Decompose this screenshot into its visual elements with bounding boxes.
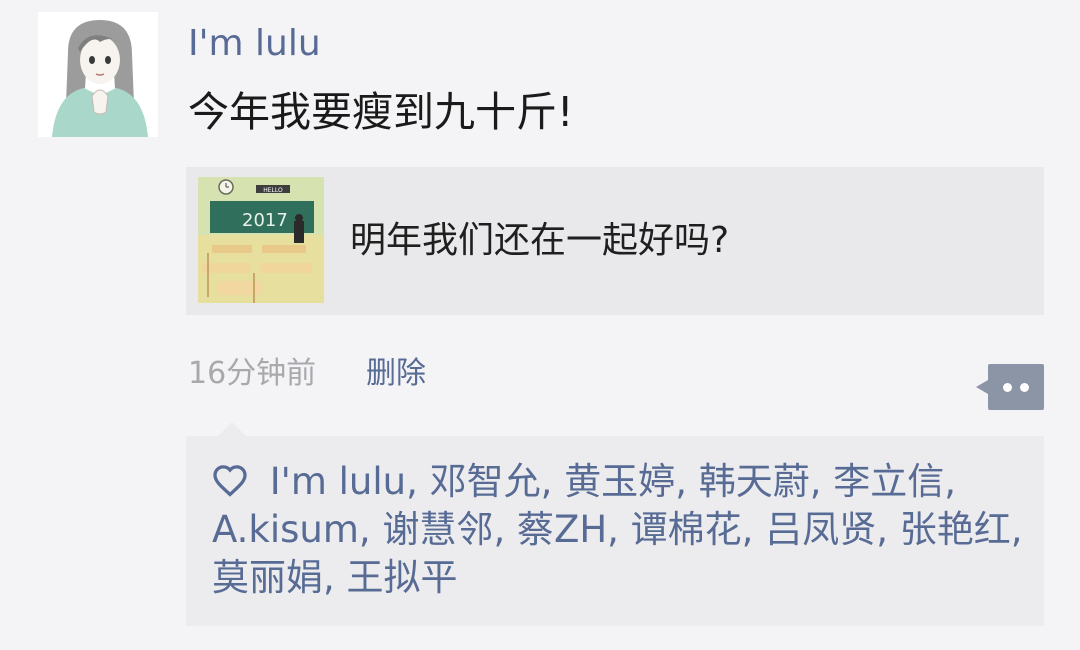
liker-name[interactable]: I'm lulu: [270, 460, 406, 503]
liker-separator: ,: [809, 460, 834, 503]
liker-name[interactable]: A.kisum: [212, 508, 359, 551]
liker-name[interactable]: 蔡ZH: [517, 508, 607, 551]
liker-name[interactable]: 韩天蔚: [699, 460, 810, 503]
dot-icon: [1020, 383, 1029, 392]
comment-more-icon: [988, 364, 1044, 410]
avatar-girl-illustration: [38, 12, 158, 137]
liker-name[interactable]: 吕凤贤: [765, 508, 876, 551]
likes-panel-caret: [218, 422, 246, 436]
liker-name[interactable]: 李立信: [833, 460, 944, 503]
liker-separator: ,: [944, 460, 957, 503]
delete-button[interactable]: 删除: [366, 352, 426, 396]
liker-separator: ,: [358, 508, 383, 551]
post-timestamp: 16分钟前: [188, 356, 317, 391]
liker-separator: ,: [876, 508, 900, 551]
author-avatar[interactable]: [38, 12, 158, 137]
liker-separator: ,: [1010, 508, 1023, 551]
liker-name[interactable]: 王拟平: [347, 556, 458, 599]
bubble-notch: [976, 380, 988, 394]
comment-more-button[interactable]: [976, 364, 1044, 410]
thumbnail-sign-text: HELLO: [263, 187, 283, 194]
post-text: 今年我要瘦到九十斤!: [188, 88, 574, 136]
likes-panel: I'm lulu, 邓智允, 黄玉婷, 韩天蔚, 李立信, A.kisum, 谢…: [186, 422, 1044, 626]
liker-name[interactable]: 谭棉花: [631, 508, 742, 551]
liker-name[interactable]: 谢慧邻: [382, 508, 493, 551]
liker-separator: ,: [741, 508, 766, 551]
classroom-illustration-image: HELLO 2017: [198, 177, 324, 303]
shared-link-thumbnail: HELLO 2017: [198, 177, 324, 303]
liker-separator: ,: [493, 508, 517, 551]
dot-icon: [1003, 383, 1012, 392]
heart-outline-icon: [213, 465, 247, 497]
liker-separator: ,: [540, 460, 565, 503]
likes-list: I'm lulu, 邓智允, 黄玉婷, 韩天蔚, 李立信, A.kisum, 谢…: [212, 458, 1032, 602]
shared-link-card[interactable]: HELLO 2017 明年我们还在一起好吗?: [186, 167, 1044, 315]
liker-name[interactable]: 莫丽娟: [212, 556, 323, 599]
liker-name[interactable]: 黄玉婷: [564, 460, 675, 503]
liker-separator: ,: [406, 460, 430, 503]
liker-separator: ,: [323, 556, 347, 599]
liker-name[interactable]: 邓智允: [430, 460, 541, 503]
thumbnail-year-text: 2017: [242, 210, 288, 231]
liker-separator: ,: [675, 460, 699, 503]
author-name[interactable]: I'm lulu: [188, 18, 321, 70]
liker-name[interactable]: 张艳红: [900, 508, 1011, 551]
shared-link-title: 明年我们还在一起好吗?: [350, 220, 730, 261]
liker-separator: ,: [607, 508, 631, 551]
